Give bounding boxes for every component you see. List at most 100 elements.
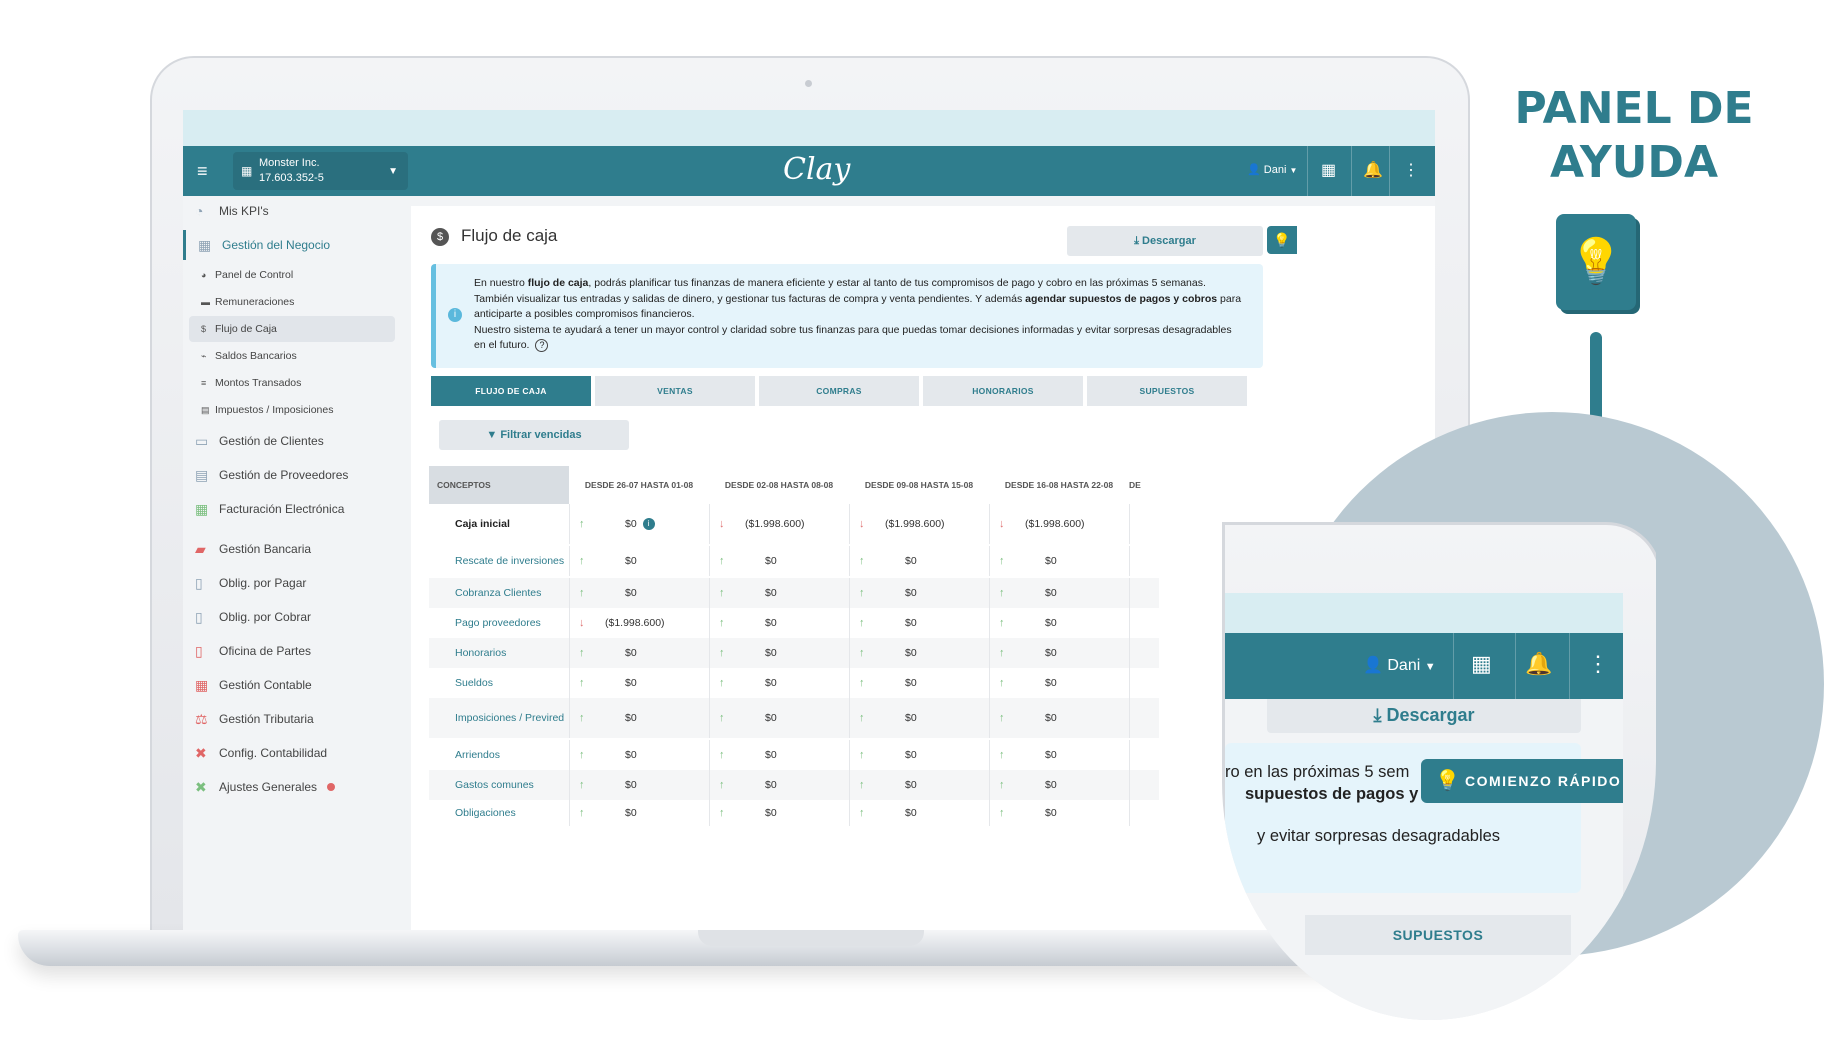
grid-icon[interactable]: ▦ xyxy=(1471,651,1492,677)
sidebar-sub-montos-transados[interactable]: ≡ Montos Transados xyxy=(189,370,395,396)
cell-value[interactable]: $0 xyxy=(765,546,777,576)
cell-value[interactable]: $0 xyxy=(625,638,637,668)
promo-heading-line: PANEL DE xyxy=(1514,83,1754,134)
sidebar-item-kpis[interactable]: ◔ Mis KPI's xyxy=(183,196,403,226)
cell-value[interactable]: $0 xyxy=(905,638,917,668)
tab-honorarios[interactable]: HONORARIOS xyxy=(923,376,1083,406)
row-concept[interactable]: Gastos comunes xyxy=(455,770,567,800)
filter-button[interactable]: ▼ Filtrar vencidas xyxy=(439,420,629,450)
download-button[interactable]: ⤓ Descargar xyxy=(1067,226,1263,256)
zoom-download-button[interactable]: ⤓ Descargar xyxy=(1267,699,1581,733)
cell-value[interactable]: $0 xyxy=(625,800,637,826)
more-vertical-icon[interactable]: ⋮ xyxy=(1403,160,1419,180)
sidebar-item-gestion-negocio[interactable]: ▦ Gestión del Negocio xyxy=(183,230,403,260)
cell-value[interactable]: ($1.998.600) xyxy=(885,504,945,544)
row-concept[interactable]: Honorarios xyxy=(455,638,567,668)
cell-value[interactable]: $0 xyxy=(1045,668,1057,698)
cell-value[interactable]: $0 xyxy=(765,770,777,800)
cell-value-text: $0 xyxy=(765,617,777,629)
cell-value[interactable]: $0 xyxy=(1045,578,1057,608)
cell-value[interactable]: $0 xyxy=(905,698,917,738)
sidebar-item-tributaria[interactable]: ⚖ Gestión Tributaria xyxy=(183,704,403,734)
cell-value[interactable]: $0 xyxy=(1045,770,1057,800)
cell-value[interactable]: $0 xyxy=(905,578,917,608)
cell-value[interactable]: $0 xyxy=(905,668,917,698)
cell-value[interactable]: $0 xyxy=(1045,608,1057,638)
help-circle-icon[interactable]: ? xyxy=(535,339,549,352)
cell-value[interactable]: $0 xyxy=(905,770,917,800)
sidebar-sub-impuestos[interactable]: ▤ Impuestos / Imposiciones xyxy=(189,397,395,423)
more-vertical-icon[interactable]: ⋮ xyxy=(1587,651,1609,677)
calculator-icon: ▦ xyxy=(195,677,209,693)
cell-value[interactable]: $0 xyxy=(905,546,917,576)
company-selector[interactable]: ▦ Monster Inc. 17.603.352-5 ▼ xyxy=(233,152,408,190)
sidebar-sub-flujo-caja[interactable]: $ Flujo de Caja xyxy=(189,316,395,342)
user-menu[interactable]: 👤 Dani ▼ xyxy=(1247,163,1297,176)
sidebar-sub-panel-control[interactable]: ◕ Panel de Control xyxy=(189,262,395,288)
app-logo: Clay xyxy=(783,152,851,187)
cell-value[interactable]: $0 xyxy=(1045,638,1057,668)
tab-supuestos[interactable]: SUPUESTOS xyxy=(1087,376,1247,406)
sidebar-item-bancaria[interactable]: ▰ Gestión Bancaria xyxy=(183,534,403,564)
sidebar-item-oficina-partes[interactable]: ▯ Oficina de Partes xyxy=(183,636,403,666)
sidebar-item-facturacion[interactable]: ▦ Facturación Electrónica xyxy=(183,494,403,524)
row-concept[interactable]: Arriendos xyxy=(455,740,567,770)
zoom-user-menu[interactable]: 👤 Dani ▼ xyxy=(1363,655,1436,675)
cell-value[interactable]: $0 xyxy=(765,608,777,638)
cell-value[interactable]: $0 xyxy=(625,668,637,698)
row-concept[interactable]: Pago proveedores xyxy=(455,608,567,638)
sidebar-item-contable[interactable]: ▦ Gestión Contable xyxy=(183,670,403,700)
cell-value[interactable]: $0 xyxy=(625,546,637,576)
sidebar-sub-remuneraciones[interactable]: ▬ Remuneraciones xyxy=(189,289,395,315)
cell-value[interactable]: $0 xyxy=(765,740,777,770)
cell-value[interactable]: $0 xyxy=(905,800,917,826)
cell-value[interactable]: $0 xyxy=(765,638,777,668)
cell-value[interactable]: ($1.998.600) xyxy=(605,608,665,638)
grid-icon[interactable]: ▦ xyxy=(1321,160,1336,180)
sidebar-item-clientes[interactable]: ▭ Gestión de Clientes xyxy=(183,426,403,456)
sidebar-item-oblig-pagar[interactable]: ▯ Oblig. por Pagar xyxy=(183,568,403,598)
cell-value[interactable]: $0 xyxy=(625,770,637,800)
sidebar-item-config-contabilidad[interactable]: ✖ Config. Contabilidad xyxy=(183,738,403,768)
sidebar-item-ajustes[interactable]: ✖ Ajustes Generales xyxy=(183,772,403,802)
cell-value[interactable]: $0 xyxy=(765,668,777,698)
cell-value[interactable]: $0 xyxy=(625,740,637,770)
cell-value[interactable]: $0 xyxy=(1045,698,1057,738)
cell-value[interactable]: $0 xyxy=(765,698,777,738)
cell-value[interactable]: $0 i xyxy=(625,504,655,544)
sidebar-item-oblig-cobrar[interactable]: ▯ Oblig. por Cobrar xyxy=(183,602,403,632)
tab-compras[interactable]: COMPRAS xyxy=(759,376,919,406)
cell-value[interactable]: $0 xyxy=(765,578,777,608)
bell-icon[interactable]: 🔔 xyxy=(1363,160,1383,180)
row-concept[interactable]: Sueldos xyxy=(455,668,567,698)
row-concept[interactable]: Obligaciones xyxy=(455,800,567,826)
quick-start-button[interactable]: 💡 COMIENZO RÁPIDO xyxy=(1421,759,1623,803)
cell-value[interactable]: $0 xyxy=(765,800,777,826)
zoom-tab-supuestos[interactable]: SUPUESTOS xyxy=(1305,915,1571,955)
cell-value[interactable]: $0 xyxy=(905,608,917,638)
sidebar-sub-saldos-bancarios[interactable]: ⌁ Saldos Bancarios xyxy=(189,343,395,369)
cell-value[interactable]: $0 xyxy=(625,578,637,608)
row-concept[interactable]: Rescate de inversiones xyxy=(455,546,567,576)
info-icon[interactable]: i xyxy=(642,518,655,530)
cell-value[interactable]: ($1.998.600) xyxy=(745,504,805,544)
column-divider xyxy=(709,504,710,544)
row-concept[interactable]: Cobranza Clientes xyxy=(455,578,567,608)
tab-ventas[interactable]: VENTAS xyxy=(595,376,755,406)
sidebar-item-proveedores[interactable]: ▤ Gestión de Proveedores xyxy=(183,460,403,490)
help-panel-button[interactable]: 💡 xyxy=(1267,226,1297,254)
cell-value[interactable]: $0 xyxy=(1045,740,1057,770)
cell-value[interactable]: ($1.998.600) xyxy=(1025,504,1085,544)
tab-flujo-caja[interactable]: FLUJO DE CAJA xyxy=(431,376,591,406)
cell-value[interactable]: $0 xyxy=(1045,800,1057,826)
cell-value[interactable]: $0 xyxy=(625,698,637,738)
menu-toggle-icon[interactable]: ≡ xyxy=(197,162,208,180)
sidebar-item-label: Oficina de Partes xyxy=(219,644,312,658)
cell-value[interactable]: $0 xyxy=(1045,546,1057,576)
row-concept[interactable]: Imposiciones / Previred xyxy=(455,698,567,738)
arrow-down-icon: ↓ xyxy=(719,518,725,530)
column-divider xyxy=(989,698,990,738)
bell-icon[interactable]: 🔔 xyxy=(1525,651,1552,677)
cell-value[interactable]: $0 xyxy=(905,740,917,770)
arrow-up-icon: ↑ xyxy=(579,712,585,724)
